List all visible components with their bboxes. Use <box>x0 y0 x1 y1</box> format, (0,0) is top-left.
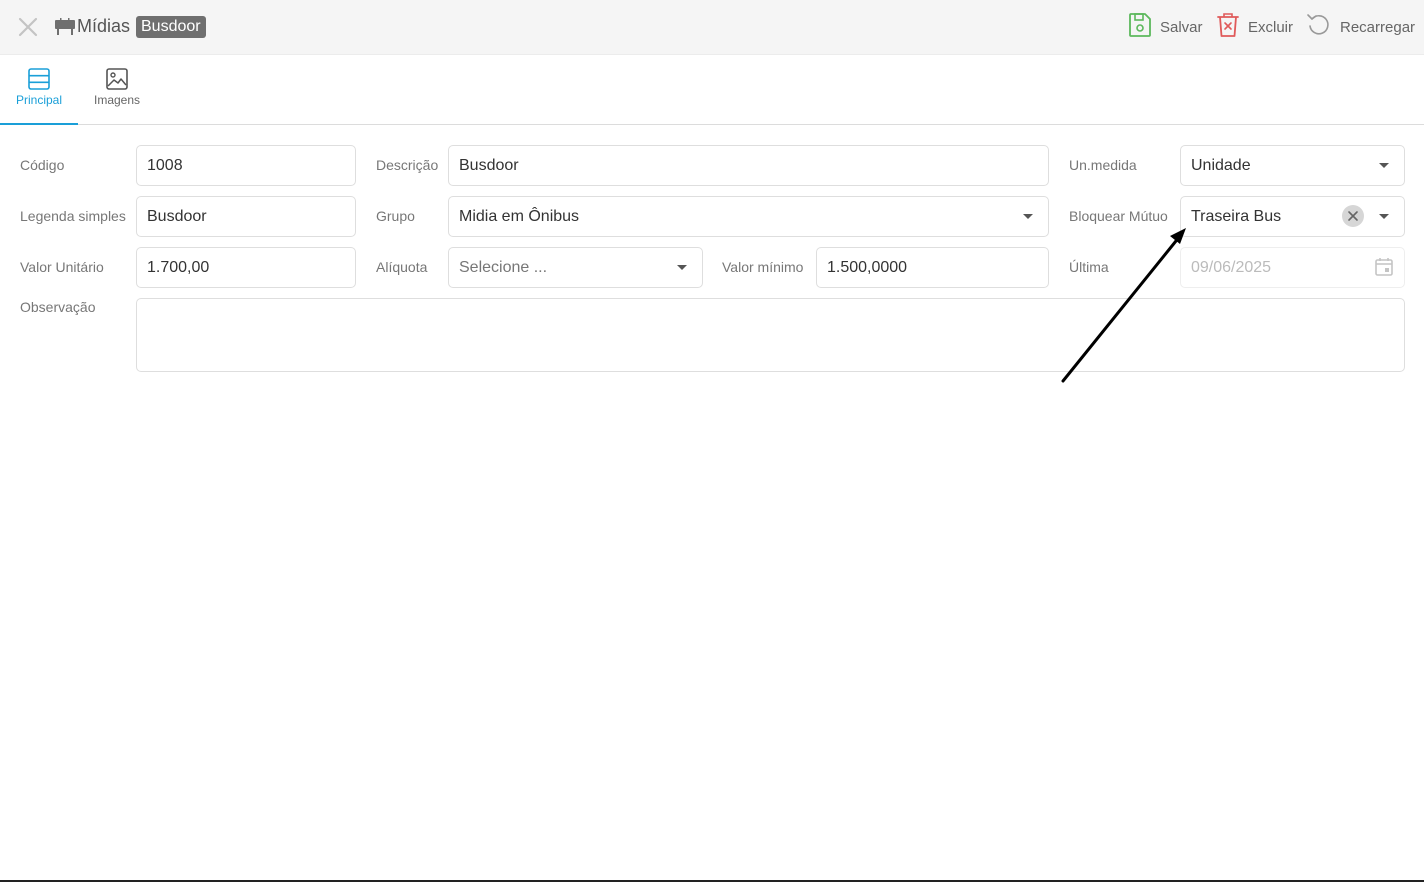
chevron-down-icon <box>677 265 687 270</box>
chevron-down-icon <box>1379 214 1389 219</box>
trash-icon <box>1216 12 1240 43</box>
codigo-label: Código <box>20 157 65 173</box>
observacao-label: Observação <box>20 299 96 315</box>
tab-label: Principal <box>15 93 63 107</box>
descricao-label: Descrição <box>376 157 439 173</box>
tab-imagens[interactable]: Imagens <box>78 55 156 124</box>
bloquear-select[interactable]: Traseira Bus <box>1180 196 1405 237</box>
reload-icon <box>1306 12 1332 43</box>
valor-minimo-value: 1.500,0000 <box>827 259 908 276</box>
un-medida-value: Unidade <box>1191 157 1251 174</box>
valor-unitario-label: Valor Unitário <box>20 259 104 275</box>
codigo-field[interactable]: 1008 <box>136 145 356 186</box>
record-badge: Busdoor <box>136 16 206 38</box>
billboard-icon <box>54 18 76 36</box>
page: Mídias Busdoor Salvar Excluir Recarregar… <box>0 0 1424 882</box>
save-icon <box>1128 12 1152 43</box>
valor-minimo-field[interactable]: 1.500,0000 <box>816 247 1049 288</box>
clear-icon[interactable] <box>1342 205 1364 227</box>
observacao-textarea[interactable] <box>136 298 1405 372</box>
valor-unitario-value: 1.700,00 <box>147 259 210 276</box>
header: Mídias Busdoor Salvar Excluir Recarregar <box>0 0 1424 55</box>
image-icon <box>105 67 129 91</box>
grupo-label: Grupo <box>376 208 415 224</box>
grupo-select[interactable]: Midia em Ônibus <box>448 196 1049 237</box>
ultima-label: Última <box>1069 259 1109 275</box>
save-label: Salvar <box>1160 18 1203 36</box>
close-icon[interactable] <box>16 15 40 39</box>
annotation-arrow <box>1061 228 1186 383</box>
chevron-down-icon <box>1023 214 1033 219</box>
valor-unitario-field[interactable]: 1.700,00 <box>136 247 356 288</box>
ultima-date-field: 09/06/2025 <box>1180 247 1405 288</box>
descricao-value: Busdoor <box>459 157 519 174</box>
codigo-value: 1008 <box>147 157 183 174</box>
tab-label: Imagens <box>93 93 141 107</box>
bloquear-label: Bloquear Mútuo <box>1069 208 1168 224</box>
reload-button[interactable]: Recarregar <box>1306 13 1415 41</box>
legenda-value: Busdoor <box>147 208 207 225</box>
delete-label: Excluir <box>1248 18 1294 36</box>
legenda-label: Legenda simples <box>20 208 126 224</box>
aliquota-placeholder: Selecione ... <box>459 259 548 276</box>
legenda-field[interactable]: Busdoor <box>136 196 356 237</box>
aliquota-select[interactable]: Selecione ... <box>448 247 703 288</box>
un-medida-select[interactable]: Unidade <box>1180 145 1405 186</box>
descricao-field[interactable]: Busdoor <box>448 145 1049 186</box>
save-button[interactable]: Salvar <box>1128 12 1203 43</box>
calendar-icon <box>1374 257 1394 277</box>
module-title: Mídias <box>77 16 131 36</box>
un-medida-label: Un.medida <box>1069 157 1137 173</box>
ultima-value: 09/06/2025 <box>1191 259 1272 276</box>
tab-principal[interactable]: Principal <box>0 55 78 125</box>
grupo-value: Midia em Ônibus <box>459 208 580 225</box>
delete-button[interactable]: Excluir <box>1216 12 1294 43</box>
reload-label: Recarregar <box>1340 18 1416 36</box>
bloquear-value: Traseira Bus <box>1191 208 1282 225</box>
aliquota-label: Alíquota <box>376 259 428 275</box>
valor-minimo-label: Valor mínimo <box>722 259 804 275</box>
list-icon <box>27 67 51 91</box>
tab-bar: Principal Imagens <box>0 55 1424 125</box>
chevron-down-icon <box>1379 163 1389 168</box>
